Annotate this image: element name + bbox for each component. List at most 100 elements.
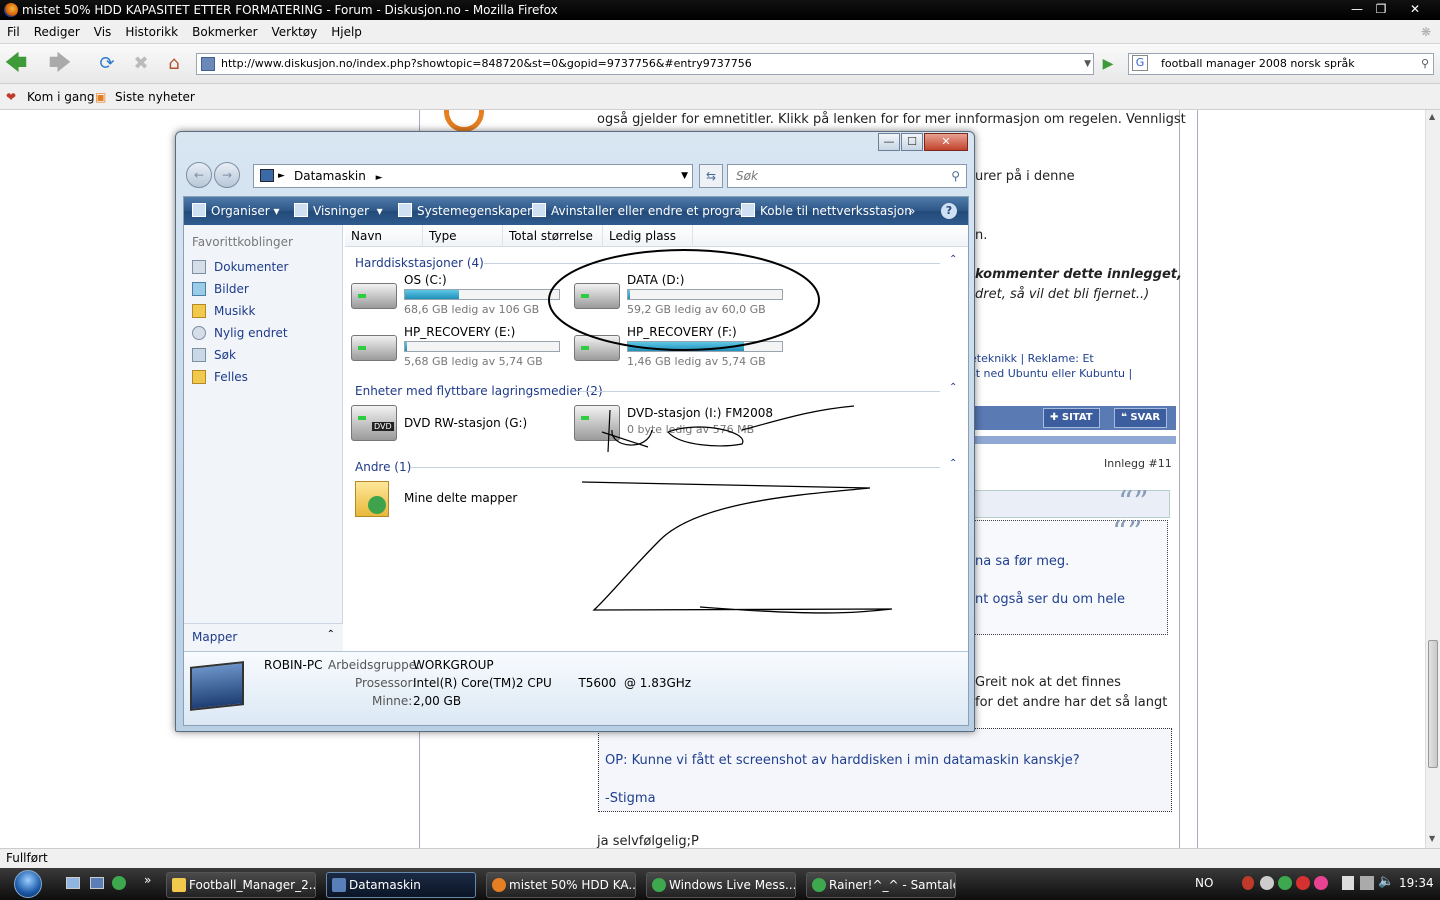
show-desktop-icon[interactable] (66, 877, 80, 889)
nav-item-pictures[interactable]: Bilder (192, 282, 249, 296)
url-bar[interactable]: http://www.diskusjon.no/index.php?showto… (196, 53, 1094, 75)
page-column-border (1197, 110, 1198, 848)
taskbar-item-datamaskin[interactable]: Datamaskin (326, 872, 476, 898)
scroll-down-icon[interactable]: ▼ (1429, 834, 1435, 843)
drive-i-dvd[interactable]: DVD-stasjon (I:) FM2008 0 byte ledig av … (574, 401, 794, 447)
menu-bokmerker[interactable]: Bokmerker (185, 20, 264, 44)
group-collapse-icon[interactable]: ⌃ (949, 458, 957, 469)
quicklaunch-more-icon[interactable]: » (144, 873, 151, 887)
map-network-drive-button[interactable]: Koble til nettverksstasjon (741, 197, 912, 225)
views-button[interactable]: Visninger ▾ (294, 197, 383, 225)
search-bar[interactable]: G football manager 2008 norsk språk ⚲ (1128, 53, 1434, 75)
signature-link[interactable]: st ned Ubuntu eller Kubuntu | (970, 367, 1132, 380)
tray-volume-icon[interactable]: 🔈 (1378, 874, 1394, 889)
drive-e[interactable]: HP_RECOVERY (E:) 5,68 GB ledig av 5,74 G… (351, 325, 571, 371)
switch-windows-icon[interactable] (90, 877, 104, 889)
explorer-back-icon[interactable]: ← (186, 162, 212, 188)
column-total-size[interactable]: Total størrelse (503, 225, 603, 247)
taskbar-item-messenger[interactable]: Windows Live Mess... (646, 872, 796, 898)
drive-f[interactable]: HP_RECOVERY (F:) 1,46 GB ledig av 5,74 G… (574, 325, 794, 371)
menu-verktoy[interactable]: Verktøy (265, 20, 325, 44)
group-collapse-icon[interactable]: ⌃ (949, 382, 957, 393)
group-hard-drives[interactable]: Harddiskstasjoner (4) (355, 256, 484, 270)
stop-icon[interactable]: ✖ (129, 52, 153, 76)
minimize-button[interactable]: — (1344, 0, 1370, 18)
taskbar-item-folder[interactable]: Football_Manager_2... (166, 872, 316, 898)
home-icon[interactable]: ⌂ (162, 52, 186, 76)
taskbar-item-firefox[interactable]: mistet 50% HDD KA... (486, 872, 636, 898)
column-free-space[interactable]: Ledig plass (603, 225, 693, 247)
organise-button[interactable]: Organiser ▾ (192, 197, 280, 225)
restore-button[interactable]: ❐ (1368, 0, 1394, 18)
reload-icon[interactable]: ⟳ (95, 52, 119, 76)
tray-app-icon[interactable] (1314, 876, 1328, 890)
group-collapse-icon[interactable]: ⌃ (949, 254, 957, 265)
nav-item-music[interactable]: Musikk (192, 304, 255, 318)
group-removable[interactable]: Enheter med flyttbare lagringsmedier (2) (355, 384, 603, 398)
search-icon[interactable]: ⚲ (951, 165, 960, 187)
tray-app-icon[interactable] (1296, 876, 1310, 890)
post-number[interactable]: Innlegg #11 (1104, 457, 1172, 470)
signature-link[interactable]: eteknikk | Reklame: Et (970, 352, 1094, 365)
column-type[interactable]: Type (423, 225, 503, 247)
explorer-maximize-button[interactable]: ☐ (901, 133, 923, 151)
drive-g-dvd-rw[interactable]: DVD DVD RW-stasjon (G:) (351, 401, 571, 447)
tray-antivirus-icon[interactable] (1242, 876, 1254, 890)
explorer-address-bar[interactable]: ► Datamaskin ► ▼ (253, 164, 693, 188)
taskbar-item-conversation[interactable]: Rainer!^_^ - Samtale (806, 872, 956, 898)
page-scrollbar[interactable]: ▲ ▼ (1425, 110, 1440, 848)
messenger-quicklaunch-icon[interactable] (112, 876, 126, 890)
explorer-minimize-button[interactable]: — (878, 133, 900, 151)
folders-toggle[interactable]: Mapper ⌃ (184, 623, 343, 651)
quote-button[interactable]: ✚ SITAT (1043, 408, 1100, 428)
reply-button[interactable]: ❝ SVAR (1114, 408, 1168, 428)
tray-messenger-icon[interactable] (1278, 876, 1292, 890)
recent-icon (192, 326, 206, 340)
drive-d[interactable]: DATA (D:) 59,2 GB ledig av 60,0 GB (574, 273, 794, 319)
refresh-icon[interactable]: ⇆ (699, 164, 723, 188)
tray-steam-icon[interactable] (1260, 876, 1274, 890)
url-dropdown-icon[interactable]: ▼ (1084, 54, 1091, 74)
bookmark-kom-i-gang[interactable]: Kom i gang (27, 84, 94, 110)
menu-rediger[interactable]: Rediger (27, 20, 87, 44)
uninstall-program-button[interactable]: Avinstaller eller endre et program (532, 197, 753, 225)
menu-hjelp[interactable]: Hjelp (324, 20, 369, 44)
more-commands-icon[interactable]: » (908, 197, 915, 225)
bookmark-siste-nyheter[interactable]: Siste nyheter (115, 84, 195, 110)
menu-fil[interactable]: Fil (0, 20, 27, 44)
breadcrumb-chevron-icon[interactable]: ► (376, 173, 383, 183)
nav-item-recently-changed[interactable]: Nylig endret (192, 326, 288, 340)
nav-item-documents[interactable]: Dokumenter (192, 260, 288, 274)
group-other[interactable]: Andre (1) (355, 460, 411, 474)
help-icon[interactable]: ? (941, 203, 957, 219)
breadcrumb-datamaskin[interactable]: Datamaskin (294, 169, 366, 183)
scroll-up-icon[interactable]: ▲ (1429, 112, 1435, 121)
address-dropdown-icon[interactable]: ▼ (681, 165, 688, 187)
scrollbar-thumb[interactable] (1428, 640, 1438, 768)
menu-vis[interactable]: Vis (87, 20, 119, 44)
explorer-forward-icon[interactable]: → (214, 162, 240, 188)
tray-battery-icon[interactable] (1342, 876, 1354, 890)
drive-c[interactable]: OS (C:) 68,6 GB ledig av 106 GB (351, 273, 571, 319)
start-button[interactable] (8, 868, 48, 900)
capacity-bar (627, 341, 783, 352)
close-button[interactable]: ✕ (1402, 0, 1428, 18)
search-magnifier-icon[interactable]: ⚲ (1421, 54, 1429, 74)
menu-historikk[interactable]: Historikk (118, 20, 185, 44)
language-indicator[interactable]: NO (1195, 876, 1213, 890)
breadcrumb-chevron-icon[interactable]: ► (278, 165, 285, 187)
tray-network-icon[interactable] (1360, 876, 1374, 890)
nav-item-public[interactable]: Felles (192, 370, 248, 384)
explorer-close-button[interactable]: ✕ (924, 133, 968, 151)
google-icon[interactable]: G (1132, 55, 1148, 71)
forward-arrow-icon[interactable]: 🡆 (48, 52, 72, 76)
collapse-chevron-icon[interactable]: ⌃ (327, 629, 335, 640)
shared-folders-item[interactable]: Mine delte mapper (351, 477, 571, 523)
clock[interactable]: 19:34 (1399, 876, 1434, 890)
system-properties-button[interactable]: Systemegenskaper (398, 197, 532, 225)
explorer-search-input[interactable]: Søk ⚲ (727, 164, 967, 188)
go-button[interactable]: ▶ (1096, 52, 1120, 76)
back-arrow-icon[interactable]: 🡄 (4, 52, 28, 76)
nav-item-search[interactable]: Søk (192, 348, 236, 362)
column-name[interactable]: Navn (345, 225, 423, 247)
